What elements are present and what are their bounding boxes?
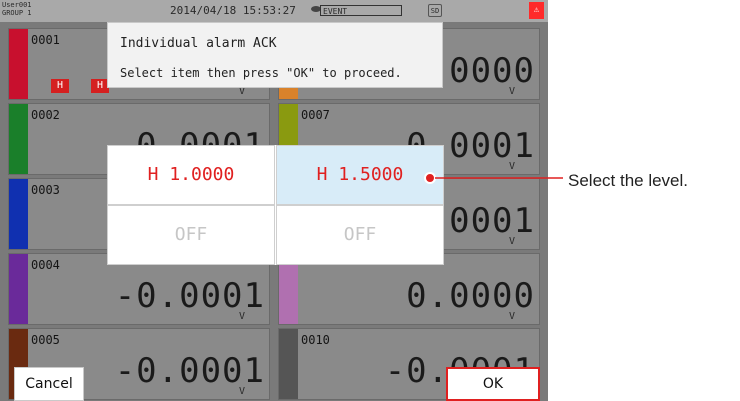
annotation-label: Select the level. — [568, 171, 689, 190]
callout-line — [424, 172, 563, 184]
callout-dot — [424, 172, 436, 184]
